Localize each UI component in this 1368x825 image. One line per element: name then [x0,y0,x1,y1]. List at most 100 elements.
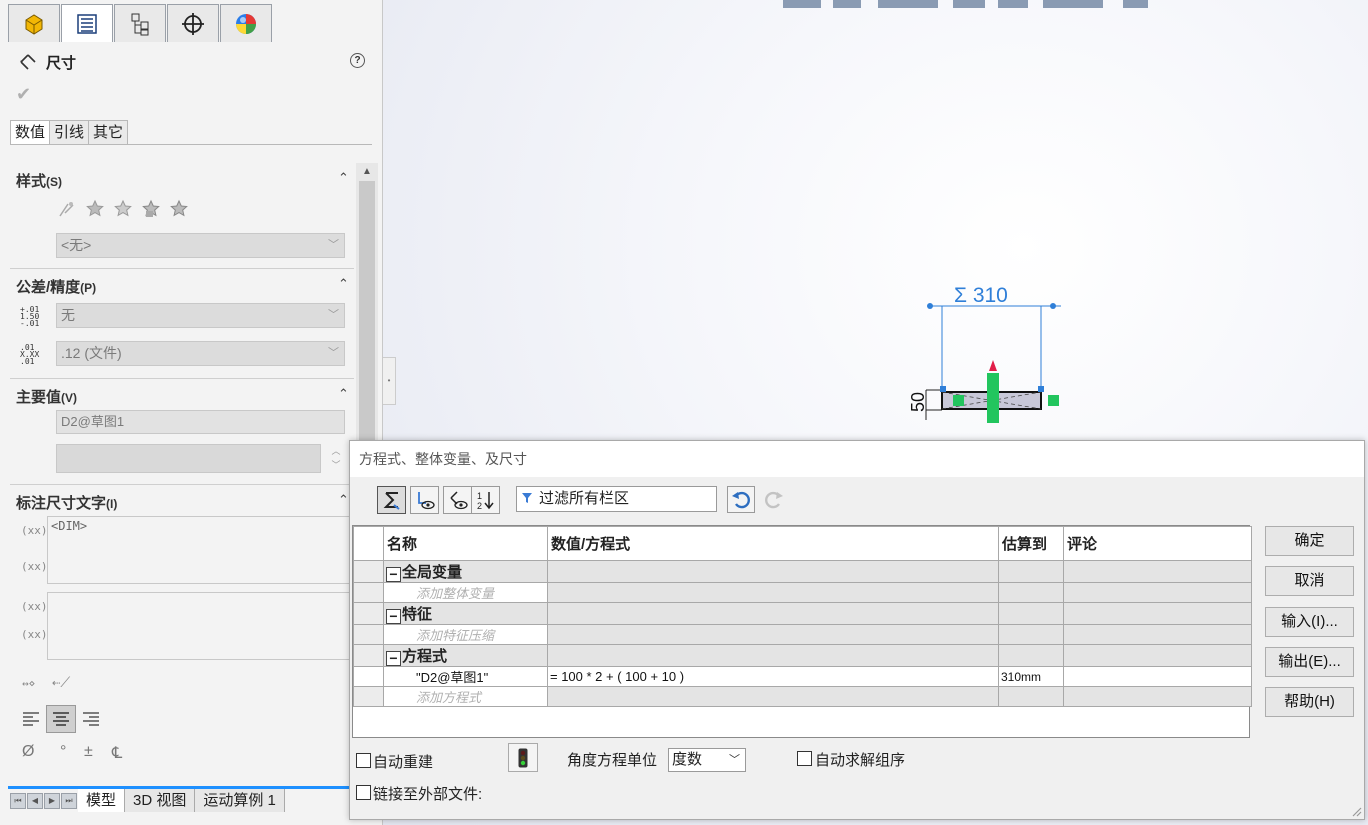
dim-text-below[interactable] [47,592,351,660]
add-global-variable-row[interactable]: 添加整体变量 [353,582,1252,603]
dimension-handle[interactable] [927,303,933,309]
tab-model[interactable]: 模型 [78,789,126,812]
collapse-icon[interactable]: − [386,609,401,624]
scroll-up-icon[interactable]: ▲ [362,166,372,177]
cell[interactable] [1063,624,1252,645]
cell[interactable] [1063,582,1252,603]
ok-check-icon[interactable]: ✔ [16,84,31,105]
diameter-icon[interactable]: Ø [22,743,34,761]
auto-solve-order-checkbox[interactable] [797,751,812,766]
cell[interactable] [547,582,999,603]
add-parentheses-icon[interactable]: (xx) [21,600,48,613]
help-icon[interactable]: ? [350,53,365,68]
column-header-name[interactable]: 名称 [383,526,548,561]
next-tab-icon[interactable]: ▶ [44,792,60,809]
add-parentheses-icon[interactable]: (xx) [21,524,48,537]
dimension-handle[interactable] [1050,303,1056,309]
relation-icon[interactable] [953,395,964,406]
spin-up-icon[interactable]: ︿ [326,444,346,458]
collapse-icon[interactable]: ⌃ [338,492,349,508]
row-selector[interactable] [353,644,384,667]
scene-icon[interactable] [1123,0,1148,8]
display-style-icon[interactable] [953,0,985,8]
tab-leaders[interactable]: 引线 [49,120,90,145]
panel-collapse-handle[interactable]: • [383,357,396,405]
import-button[interactable]: 输入(I)... [1265,607,1354,637]
cancel-button[interactable]: 取消 [1265,566,1354,596]
tab-value[interactable]: 数值 [10,120,51,145]
resize-grip-icon[interactable] [1350,805,1362,817]
last-tab-icon[interactable]: ⏭ [61,792,77,809]
undo-button[interactable] [727,486,755,513]
column-header-comment[interactable]: 评论 [1063,526,1252,561]
collapse-icon[interactable]: ⌃ [338,276,349,292]
auto-rebuild-checkbox[interactable] [356,753,371,768]
collapse-icon[interactable]: − [386,651,401,666]
horizontal-dimension-text[interactable]: Σ 310 [954,284,1008,307]
group-row-equations[interactable]: − 方程式 [353,644,1252,667]
row-selector-header[interactable] [353,526,384,561]
sketch-geometry[interactable]: Σ 310 50 [903,278,1093,428]
dimension-name-field[interactable]: D2@草图1 [56,410,345,434]
delete-style-icon[interactable] [140,198,162,220]
style-combo[interactable]: <无> ﹀ [56,233,345,258]
propertymanager-tab[interactable] [61,4,113,42]
center-dimension-icon[interactable]: (xx) [21,560,48,573]
degree-icon[interactable]: ° [60,743,66,761]
row-selector[interactable] [353,560,384,583]
dimension-value-field[interactable] [56,444,321,473]
equation-comment-cell[interactable] [1063,666,1252,687]
vertical-dimension-text[interactable]: 50 [908,392,928,412]
plus-minus-icon[interactable]: ± [84,743,93,761]
add-style-icon[interactable] [84,198,106,220]
precision-combo[interactable]: .12 (文件) ﹀ [56,341,345,366]
add-equation-row[interactable]: 添加方程式 [353,686,1252,707]
dim-text-above[interactable]: <DIM> [47,516,351,584]
zoom-icon[interactable] [783,0,821,8]
collapse-icon[interactable]: − [386,567,401,582]
dimxpert-tab[interactable] [167,4,219,42]
row-selector[interactable] [353,602,384,625]
featuremanager-tab[interactable] [8,4,60,42]
leader-icon[interactable]: ⇠⟋ [52,675,70,691]
tab-motion-study[interactable]: 运动算例 1 [195,789,285,812]
equation-view-button[interactable] [377,486,406,514]
equation-row[interactable]: "D2@草图1" = 100 * 2 + ( 100 + 10 ) 310mm [353,666,1252,687]
dimension-view-button[interactable] [443,486,472,514]
add-feature-suppression-row[interactable]: 添加特征压缩 [353,624,1252,645]
collapse-icon[interactable]: ⌃ [338,386,349,402]
column-header-value[interactable]: 数值/方程式 [547,526,999,561]
cell[interactable] [1063,686,1252,707]
first-tab-icon[interactable]: ⏮ [10,792,26,809]
ordered-view-button[interactable]: 12 [471,486,500,514]
cell[interactable] [547,686,999,707]
offset-text-icon[interactable]: ↔⋄ [22,677,35,690]
display-manager-tab[interactable] [220,4,272,42]
cell[interactable] [547,624,999,645]
column-header-evaluates[interactable]: 估算到 [998,526,1064,561]
sketch-equation-view-button[interactable] [410,486,439,514]
align-left-icon[interactable] [16,705,46,733]
equation-value-cell[interactable]: = 100 * 2 + ( 100 + 10 ) [547,666,999,687]
group-row-features[interactable]: − 特征 [353,602,1252,625]
relation-icon[interactable] [1048,395,1059,406]
configurationmanager-tab[interactable] [114,4,166,42]
align-right-icon[interactable] [76,705,106,733]
update-style-icon[interactable] [112,198,134,220]
value-spinner[interactable]: ︿ ﹀ [326,444,346,473]
group-row-global-variables[interactable]: − 全局变量 [353,560,1252,583]
ok-button[interactable]: 确定 [1265,526,1354,556]
redo-button[interactable] [763,489,785,511]
row-selector[interactable] [353,624,384,645]
filter-input[interactable]: 过滤所有栏区 [516,486,717,512]
row-selector[interactable] [353,686,384,707]
add-equation-cell[interactable]: 添加方程式 [383,686,548,707]
center-dimension-icon[interactable]: (xx) [21,628,48,641]
tab-other[interactable]: 其它 [88,120,129,145]
prev-tab-icon[interactable]: ◀ [27,792,43,809]
vertex-handle[interactable] [940,386,946,392]
appearance-icon[interactable] [1043,0,1103,8]
equation-name-cell[interactable]: "D2@草图1" [383,666,548,687]
link-external-checkbox[interactable] [356,785,371,800]
help-button[interactable]: 帮助(H) [1265,687,1354,717]
